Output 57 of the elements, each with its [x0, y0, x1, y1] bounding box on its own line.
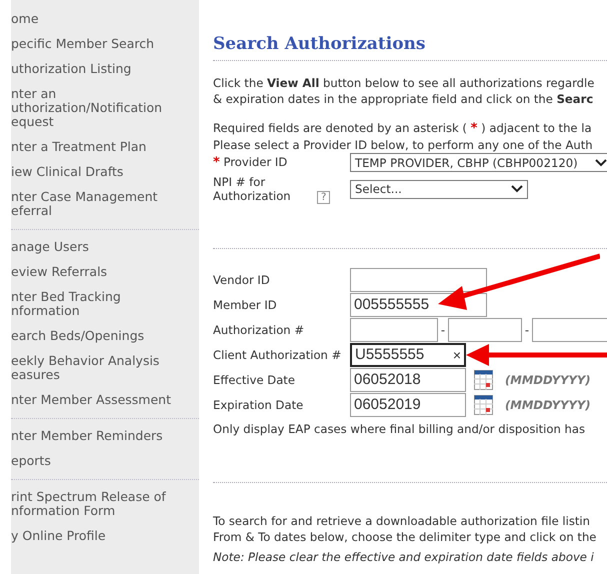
required-note: ) adjacent to the la — [480, 121, 592, 135]
help-icon[interactable]: ? — [317, 190, 330, 204]
page-title: Search Authorizations — [213, 34, 426, 54]
required-note: Required fields are denoted by an asterisk ( — [213, 121, 468, 135]
date-format-hint: (MMDDYYYY) — [505, 372, 591, 386]
dropdown[interactable]: TEMP PROVIDER, CBHP (CBHP002120) — [350, 153, 607, 172]
nav-link[interactable]: earch Beds/Openings — [11, 329, 199, 354]
nav-link[interactable]: y Online Profile — [11, 529, 199, 554]
nav-link[interactable]: nter an uthorization/Notification equest — [11, 87, 199, 140]
input-field[interactable] — [448, 318, 522, 342]
nav-link[interactable]: nter a Treatment Plan — [11, 140, 199, 165]
input-field[interactable] — [532, 318, 607, 342]
field-label: Effective Date — [213, 372, 296, 386]
field-label: Provider ID — [224, 155, 288, 169]
separator-text: - — [524, 322, 530, 336]
download-text: From & To dates below, choose the delimiter type and click on the — [213, 529, 598, 545]
clear-icon[interactable]: × — [452, 346, 461, 362]
field-label: NPI # for Authorization — [213, 174, 292, 202]
nav-link[interactable]: pecific Member Search — [11, 37, 199, 62]
field-label: Vendor ID — [213, 272, 271, 286]
nav-link[interactable]: iew Clinical Drafts — [11, 165, 199, 190]
date-field[interactable]: 06052018 — [350, 368, 466, 392]
eap-note: Only display EAP cases where final billing and/or disposition has — [213, 421, 586, 437]
input-field[interactable]: U5555555 × — [350, 342, 466, 366]
nav-link[interactable]: eview Referrals — [11, 265, 199, 290]
calendar-icon[interactable] — [474, 370, 493, 390]
asterisk: * — [213, 155, 220, 170]
nav-link[interactable]: eekly Behavior Analysis easures — [11, 354, 199, 393]
nav-link[interactable]: ome — [11, 12, 199, 37]
field-label: Expiration Date — [213, 398, 304, 412]
dropdown[interactable]: Select... — [350, 180, 528, 198]
field-label: Member ID — [213, 298, 278, 312]
nav-link[interactable]: nter Member Reminders — [11, 429, 199, 454]
date-format-hint: (MMDDYYYY) — [505, 398, 591, 412]
field-label: Authorization # — [213, 322, 306, 336]
date-field[interactable]: 06052019 — [350, 392, 466, 416]
nav-link[interactable]: uthorization Listing — [11, 62, 199, 87]
input-field[interactable] — [350, 268, 487, 292]
intro-text: Click the View All button below to see all authorizations regardle — [213, 75, 596, 91]
note-text: Note: Please clear the effective and expiration date fields above i — [213, 549, 595, 565]
nav-link[interactable]: nter Case Management eferral — [11, 190, 199, 230]
nav-link[interactable]: nter Member Assessment — [11, 393, 199, 419]
calendar-icon[interactable] — [474, 394, 493, 414]
input-field[interactable] — [350, 318, 438, 342]
asterisk: * — [470, 121, 478, 136]
provider-note: Please select a Provider ID below, to perform any one of the Auth — [213, 137, 594, 153]
separator-text: - — [440, 322, 446, 336]
chevron-icon — [511, 185, 523, 193]
input-field[interactable]: 005555555 — [350, 292, 487, 316]
download-text: To search for and retrieve a downloadable authorization file listin — [213, 513, 592, 529]
nav-link[interactable]: anage Users — [11, 240, 199, 265]
nav-link[interactable]: eports — [11, 454, 199, 480]
chevron-icon — [595, 158, 607, 166]
nav-link[interactable]: rint Spectrum Release of nformation Form — [11, 490, 199, 529]
intro-text: & expiration dates in the appropriate field and click on the Searc — [213, 91, 594, 107]
nav-link[interactable]: nter Bed Tracking nformation — [11, 290, 199, 329]
field-label: Client Authorization # — [213, 348, 342, 362]
